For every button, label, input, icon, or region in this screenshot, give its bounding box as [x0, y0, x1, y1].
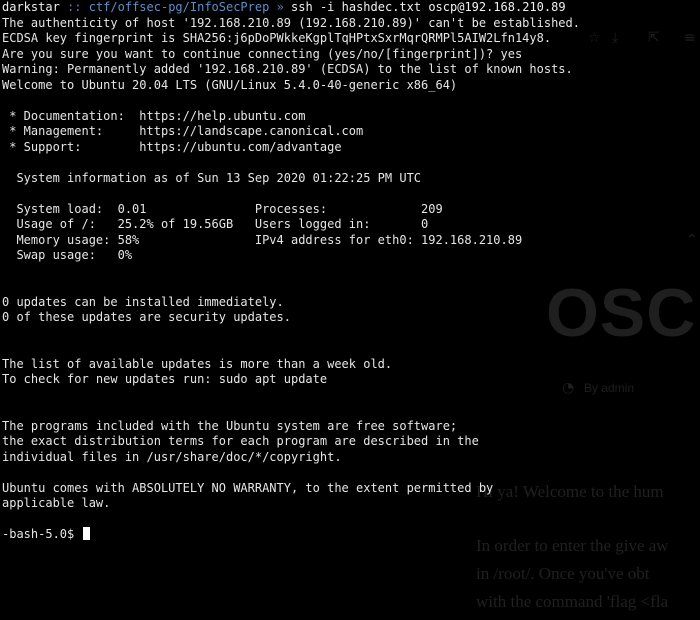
screen: ☆ ⤓ ⇱ ≡ ⌃ OSCP ◔ By admin Hi ya! Welcome…	[0, 0, 700, 620]
output-line: individual files in /usr/share/doc/*/cop…	[2, 449, 342, 464]
output-line: * Support: https://ubuntu.com/advantage	[2, 139, 342, 154]
output-line: System information as of Sun 13 Sep 2020…	[2, 170, 422, 185]
prompt-line: darkstar :: ctf/offsec-pg/InfoSecPrep » …	[2, 0, 698, 16]
prompt-path: ctf/offsec-pg/InfoSecPrep	[88, 0, 270, 14]
output-line: To check for new updates run: sudo apt u…	[2, 372, 328, 386]
output-line: The authenticity of host '192.168.210.89…	[2, 15, 580, 30]
prompt-command: ssh -i hashdec.txt oscp@192.168.210.89	[291, 0, 566, 14]
prompt-arrow: »	[276, 0, 284, 14]
shell-prompt: -bash-5.0$	[2, 527, 75, 541]
output-line: ECDSA key fingerprint is SHA256:j6pDoPWk…	[2, 31, 552, 45]
prompt-separator: ::	[67, 0, 82, 14]
output-line: Welcome to Ubuntu 20.04 LTS (GNU/Linux 5…	[2, 77, 458, 92]
output-line: Usage of /: 25.2% of 19.56GB Users logge…	[2, 217, 429, 231]
prompt-user: darkstar	[2, 0, 60, 14]
output-line: The list of available updates is more th…	[2, 356, 393, 371]
shell-prompt-line[interactable]: -bash-5.0$	[2, 527, 698, 543]
output-line: Warning: Permanently added '192.168.210.…	[2, 62, 573, 76]
output-line: 0 of these updates are security updates.	[2, 310, 291, 324]
output-line: * Management: https://landscape.canonica…	[2, 124, 364, 138]
terminal-cursor	[83, 527, 91, 540]
output-line: the exact distribution terms for each pr…	[2, 434, 479, 448]
output-line: applicable law.	[2, 496, 111, 510]
output-line: Are you sure you want to continue connec…	[2, 46, 523, 61]
output-line: Memory usage: 58% IPv4 address for eth0:…	[2, 232, 523, 247]
output-line: The programs included with the Ubuntu sy…	[2, 418, 458, 433]
output-line: Ubuntu comes with ABSOLUTELY NO WARRANTY…	[2, 480, 494, 495]
output-line: Swap usage: 0%	[2, 248, 133, 262]
output-line: 0 updates can be installed immediately.	[2, 294, 284, 309]
output-line: System load: 0.01 Processes: 209	[2, 201, 443, 216]
terminal-window[interactable]: darkstar :: ctf/offsec-pg/InfoSecPrep » …	[2, 0, 698, 620]
output-line: * Documentation: https://help.ubuntu.com	[2, 108, 306, 123]
